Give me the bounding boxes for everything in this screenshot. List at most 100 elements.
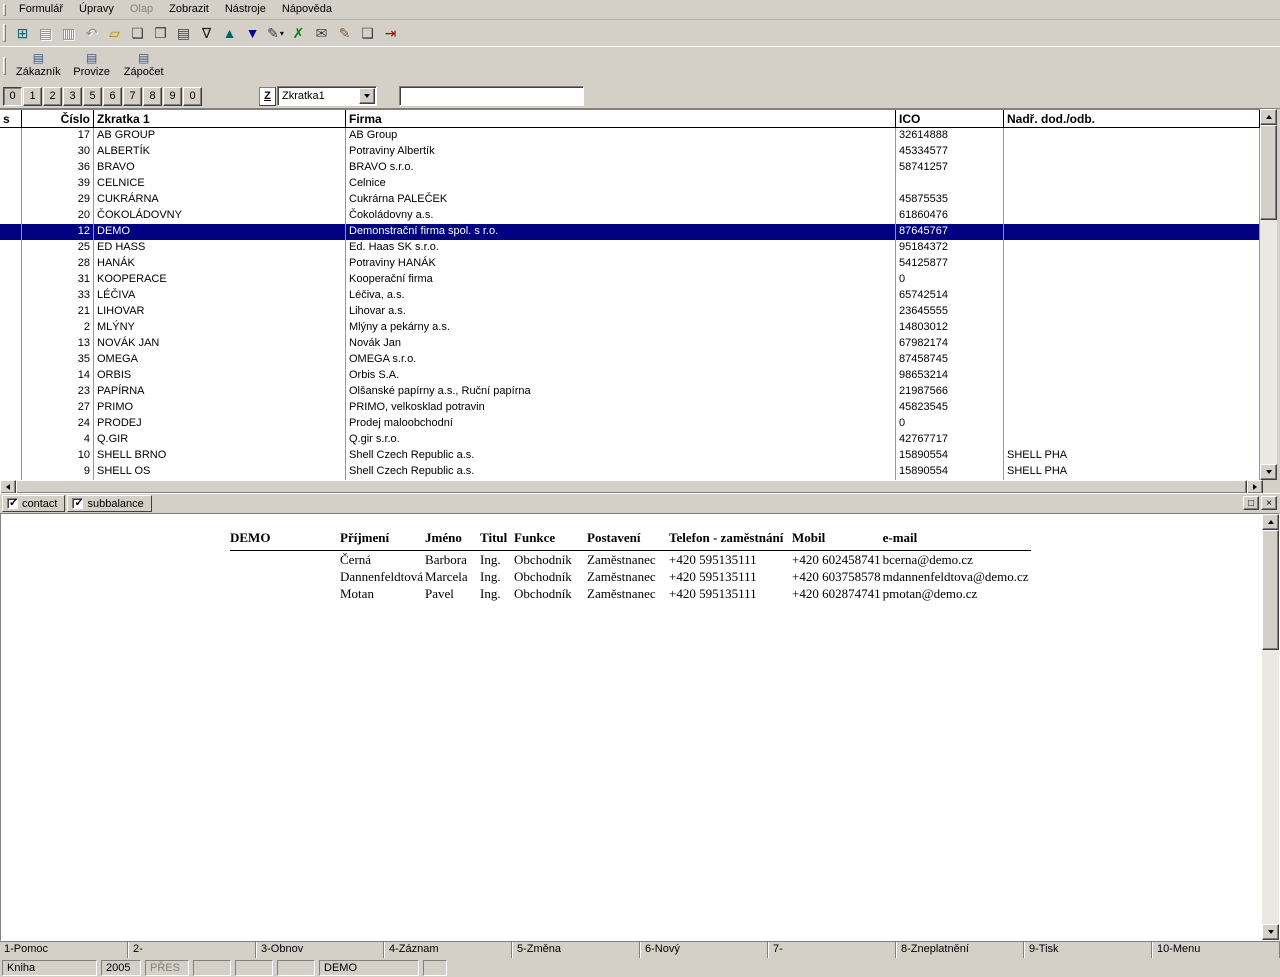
scroll-up-icon[interactable]	[1262, 514, 1279, 530]
grid-row-orbis[interactable]: 14 ORBIS Orbis S.A. 98653214	[0, 368, 1260, 384]
detail-restore-button[interactable]: □	[1243, 496, 1259, 510]
function-key-3[interactable]: 3-Obnov	[256, 942, 384, 958]
grid-row-ed-hass[interactable]: 25 ED HASS Ed. Haas SK s.r.o. 95184372	[0, 240, 1260, 256]
digit-filter-button-0[interactable]: 0	[3, 86, 22, 106]
provize-button[interactable]: ▤ Provize	[66, 49, 118, 83]
grid-vertical-scrollbar[interactable]	[1260, 109, 1277, 480]
column-header-ico[interactable]: ICO	[896, 110, 1004, 127]
digit-filter-button-5[interactable]: 6	[103, 86, 122, 106]
grid-row-hanak[interactable]: 28 HANÁK Potraviny HANÁK 54125877	[0, 256, 1260, 272]
search-input[interactable]	[399, 86, 584, 106]
grid-row-albertik[interactable]: 30 ALBERTÍK Potraviny Albertík 45334577	[0, 144, 1260, 160]
detail-close-button[interactable]: ×	[1261, 496, 1277, 510]
tab-contact[interactable]: contact	[2, 495, 66, 512]
toolbar-grip[interactable]	[3, 24, 6, 42]
grid-row-lihovar[interactable]: 21 LIHOVAR Lihovar a.s. 23645555	[0, 304, 1260, 320]
grid-row-cukrarna[interactable]: 29 CUKRÁRNA Cukrárna PALEČEK 45875535	[0, 192, 1260, 208]
scroll-thumb[interactable]	[1262, 530, 1279, 650]
column-header-nadr-dod-odb[interactable]: Nadř. dod./odb.	[1004, 110, 1260, 127]
function-key-6[interactable]: 6-Nový	[640, 942, 768, 958]
sort-up-icon[interactable]: ▲	[218, 22, 241, 44]
grid-row-ab-group[interactable]: 17 AB GROUP AB Group 32614888	[0, 128, 1260, 144]
menu-upravy[interactable]: Úpravy	[71, 0, 122, 19]
digit-filter-button-9[interactable]: 0	[183, 86, 202, 106]
sort-combobox[interactable]: Zkratka1	[277, 86, 377, 106]
open-folder-icon[interactable]: ▱	[103, 22, 126, 44]
edit-dropdown-icon[interactable]: ✎ ▾	[264, 22, 287, 44]
pages-icon[interactable]: ▤	[172, 22, 195, 44]
new-record-icon[interactable]: ⊞	[11, 22, 34, 44]
sort-key-button[interactable]: Z	[259, 86, 276, 106]
function-key-1[interactable]: 1-Pomoc	[0, 942, 128, 958]
scroll-thumb[interactable]	[16, 480, 1247, 494]
toolbar-grip[interactable]	[3, 3, 6, 16]
menu-nastroje[interactable]: Nástroje	[217, 0, 274, 19]
grid-row-leciva[interactable]: 33 LÉČIVA Léčiva, a.s. 65742514	[0, 288, 1260, 304]
grid-row-novak-jan[interactable]: 13 NOVÁK JAN Novák Jan 67982174	[0, 336, 1260, 352]
scroll-right-icon[interactable]	[1247, 480, 1263, 494]
digit-filter-button-4[interactable]: 5	[83, 86, 102, 106]
scroll-track[interactable]	[1262, 530, 1279, 924]
grid-horizontal-scrollbar[interactable]	[0, 480, 1280, 494]
filter-icon[interactable]: ∇	[195, 22, 218, 44]
grid-row-q-gir[interactable]: 4 Q.GIR Q.gir s.r.o. 42767717	[0, 432, 1260, 448]
grid-row-celnice[interactable]: 39 CELNICE Celnice	[0, 176, 1260, 192]
grid-row-bravo[interactable]: 36 BRAVO BRAVO s.r.o. 58741257	[0, 160, 1260, 176]
scroll-down-icon[interactable]	[1260, 464, 1277, 480]
grid-row-kooperace[interactable]: 31 KOOPERACE Kooperační firma 0	[0, 272, 1260, 288]
scroll-left-icon[interactable]	[0, 480, 16, 494]
digit-filter-button-6[interactable]: 7	[123, 86, 142, 106]
grid-row-omega[interactable]: 35 OMEGA OMEGA s.r.o. 87458745	[0, 352, 1260, 368]
export-excel-icon[interactable]: ✗	[287, 22, 310, 44]
menu-zobrazit[interactable]: Zobrazit	[161, 0, 217, 19]
scroll-thumb[interactable]	[1260, 125, 1277, 220]
edit-page-icon[interactable]: ✎	[333, 22, 356, 44]
digit-filter-button-3[interactable]: 3	[63, 86, 82, 106]
checkbox-icon[interactable]	[7, 496, 18, 509]
grid-row-mlyny[interactable]: 2 MLÝNY Mlýny a pekárny a.s. 14803012	[0, 320, 1260, 336]
column-header-zkratka-1[interactable]: Zkratka 1	[94, 110, 346, 127]
scroll-up-icon[interactable]	[1260, 109, 1277, 125]
column-header-firma[interactable]: Firma	[346, 110, 896, 127]
checkbox-icon[interactable]	[72, 496, 84, 509]
zapocet-button[interactable]: ▤ Zápočet	[118, 49, 170, 83]
combo-dropdown-icon[interactable]	[359, 88, 375, 104]
detail-vertical-scrollbar[interactable]	[1262, 514, 1279, 940]
column-header-cislo[interactable]: Číslo	[22, 110, 94, 127]
digit-filter-button-1[interactable]: 1	[23, 86, 42, 106]
menu-formular[interactable]: Formulář	[11, 0, 71, 19]
sort-down-icon[interactable]: ▼	[241, 22, 264, 44]
grid-row-papirna[interactable]: 23 PAPÍRNA Olšanské papírny a.s., Ruční pa…	[0, 384, 1260, 400]
column-header-s[interactable]: s	[0, 110, 22, 127]
grid-row-primo[interactable]: 27 PRIMO PRIMO, velkosklad potravin 4582354…	[0, 400, 1260, 416]
function-key-9[interactable]: 9-Tisk	[1024, 942, 1152, 958]
toolbar-grip[interactable]	[3, 56, 6, 75]
scroll-track[interactable]	[1260, 125, 1277, 464]
grid-row-shell-os[interactable]: 9 SHELL OS Shell Czech Republic a.s. 158905…	[0, 464, 1260, 480]
grid-row-shell-brno[interactable]: 10 SHELL BRNO Shell Czech Republic a.s. 158…	[0, 448, 1260, 464]
copy-icon[interactable]: ❐	[149, 22, 172, 44]
function-key-2[interactable]: 2-	[128, 942, 256, 958]
grid-row-demo[interactable]: 12 DEMO Demonstrační firma spol. s r.o. 876…	[0, 224, 1260, 240]
contact-row[interactable]: Černá Barbora Ing. Obchodník Zaměstnanec +420…	[230, 551, 1031, 569]
digit-filter-button-7[interactable]: 8	[143, 86, 162, 106]
digit-filter-button-2[interactable]: 2	[43, 86, 62, 106]
scroll-down-icon[interactable]	[1262, 924, 1279, 940]
zakaznik-button[interactable]: ▤ Zákazník	[11, 49, 66, 83]
function-key-10[interactable]: 10-Menu	[1152, 942, 1280, 958]
new-document-icon[interactable]: ❏	[126, 22, 149, 44]
digit-filter-button-8[interactable]: 9	[163, 86, 182, 106]
function-key-4[interactable]: 4-Záznam	[384, 942, 512, 958]
tab-subbalance[interactable]: subbalance	[67, 495, 152, 512]
grid-row-cokoladovny[interactable]: 20 ČOKOLÁDOVNY Čokoládovny a.s. 61860476	[0, 208, 1260, 224]
function-key-8[interactable]: 8-Zneplatnění	[896, 942, 1024, 958]
grid-row-prodej[interactable]: 24 PRODEJ Prodej maloobchodní 0	[0, 416, 1260, 432]
function-key-7[interactable]: 7-	[768, 942, 896, 958]
function-key-5[interactable]: 5-Změna	[512, 942, 640, 958]
mail-icon[interactable]: ✉	[310, 22, 333, 44]
contact-row[interactable]: Motan Pavel Ing. Obchodník Zaměstnanec +420 5…	[230, 585, 1031, 602]
exit-icon[interactable]: ⇥	[379, 22, 402, 44]
attach-icon[interactable]: ❑	[356, 22, 379, 44]
menu-napoveda[interactable]: Nápověda	[274, 0, 340, 19]
contact-row[interactable]: Dannenfeldtová Marcela Ing. Obchodník Zaměst…	[230, 568, 1031, 585]
